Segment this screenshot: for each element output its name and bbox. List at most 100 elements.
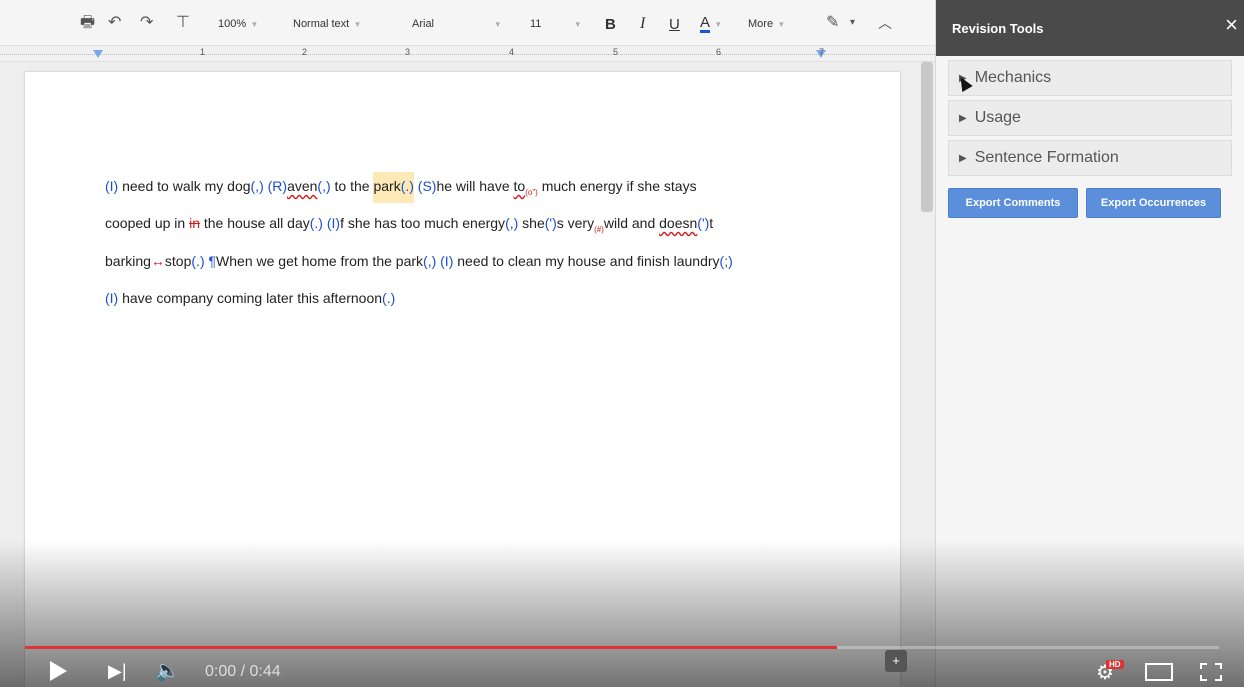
text-run: barking (105, 253, 151, 269)
section-usage[interactable]: ▶ Usage (948, 100, 1232, 136)
text-line: (I) have company coming later this after… (105, 290, 395, 306)
correction-mark: (I) (440, 253, 454, 269)
ruler-number: 5 (613, 47, 619, 57)
progress-fill (25, 646, 837, 649)
correction-mark: (#) (594, 224, 604, 234)
underline-button[interactable]: U (669, 14, 680, 34)
correction-mark: (R) (267, 178, 288, 194)
text-line: barking↔stop(.) ¶When we get home from t… (105, 253, 733, 269)
bold-icon: B (605, 15, 616, 33)
more-button[interactable]: More ▾ (748, 14, 784, 34)
text-line: (I) need to walk my dog(,) (R)aven(,) to… (105, 172, 697, 203)
ruler-number: 4 (509, 47, 515, 57)
text-run: t (709, 215, 714, 231)
panel-title: Revision Tools (952, 20, 1044, 36)
italic-icon: I (640, 15, 646, 32)
time-display: 0:00 / 0:44 (205, 663, 281, 680)
underline-icon: U (669, 15, 680, 33)
collapse-chevron-icon[interactable]: ︿ (878, 13, 892, 33)
text-run: stop (164, 253, 192, 269)
correction-mark: (S) (417, 178, 437, 194)
misspelled-word: aven (287, 178, 318, 194)
zoom-select[interactable]: 100% ▾ (218, 14, 257, 34)
section-label: Mechanics (974, 69, 1052, 86)
correction-mark: (I) (105, 290, 119, 306)
next-icon[interactable]: ▶| (108, 661, 127, 681)
section-list: ▶ Mechanics ▶ Usage ▶ Sentence Formation (936, 56, 1244, 176)
text-run: she (518, 215, 545, 231)
italic-button[interactable]: I (640, 14, 645, 34)
paint-format-icon[interactable]: ⊤ (176, 13, 190, 33)
text-run: f she has too much energy (340, 215, 506, 231)
print-icon[interactable]: 🖶 (80, 13, 95, 33)
volume-icon[interactable]: 🔈 (155, 658, 180, 683)
ruler-number: 2 (302, 47, 308, 57)
more-label: More (748, 18, 774, 30)
toolbar: 🖶 ↶ ↷ ⊤ 100% ▾ Normal text ▾ Arial ▾ 11 … (0, 0, 935, 46)
section-label: Sentence Formation (974, 149, 1119, 166)
document-scrollbar[interactable] (921, 62, 933, 212)
zoom-value: 100% (218, 18, 247, 30)
text-run: he will have (436, 178, 514, 194)
fullscreen-icon[interactable] (1200, 663, 1222, 681)
redo-icon[interactable]: ↷ (140, 13, 153, 33)
progress-bar[interactable] (25, 646, 1219, 649)
paragraph-mark: ¶ (204, 253, 217, 269)
close-icon[interactable]: × (1225, 14, 1238, 36)
panel-header: Revision Tools × (936, 0, 1244, 56)
correction-mark: (;) (719, 253, 733, 269)
undo-icon[interactable]: ↶ (108, 13, 121, 33)
expand-arrow-icon: ▶ (959, 112, 967, 124)
correction-mark: (.) (191, 253, 205, 269)
font-value: Arial (412, 18, 435, 30)
bold-button[interactable]: B (605, 14, 616, 34)
correction-mark: (,) (423, 253, 437, 269)
correction-mark: (,) (505, 215, 519, 231)
text-line: cooped up in in the house all day(.) (I)… (105, 215, 713, 234)
text-run: have company coming later this afternoon (118, 290, 383, 306)
export-occurrences-button[interactable]: Export Occurrences (1086, 188, 1221, 218)
text-color-button[interactable]: A ▾ (700, 14, 721, 34)
player-controls: ▶| 🔈 0:00 / 0:44 (0, 655, 1244, 687)
ruler-number: 7 (819, 47, 825, 57)
highlighted-word: park (373, 172, 401, 203)
font-select[interactable]: Arial ▾ (412, 14, 500, 34)
correction-mark: (.) (309, 215, 323, 231)
text-run: wild and (603, 215, 660, 231)
misspelled-word: doesn (659, 215, 698, 231)
chevron-down-icon: ▾ (779, 18, 784, 29)
chevron-down-icon: ▾ (575, 18, 580, 29)
text-run: cooped up in (105, 215, 190, 231)
chevron-down-icon: ▾ (252, 18, 257, 29)
correction-mark: (I) (326, 215, 341, 231)
chevron-down-icon[interactable]: ▾ (850, 13, 855, 33)
section-mechanics[interactable]: ▶ Mechanics (948, 60, 1232, 96)
expand-arrow-icon: ▶ (959, 152, 967, 164)
text-run: much energy if she stays (537, 178, 697, 194)
correction-mark: (I) (105, 178, 119, 194)
pencil-icon[interactable]: ✎ (826, 13, 839, 33)
correction-mark: (,) (317, 178, 331, 194)
ruler-number: 3 (405, 47, 411, 57)
ruler-number: 1 (200, 47, 206, 57)
text-run: need to walk my dog (118, 178, 251, 194)
style-value: Normal text (293, 18, 350, 30)
correction-mark: (o") (525, 187, 538, 197)
correction-mark: (') (544, 215, 557, 231)
chevron-down-icon: ▾ (355, 18, 360, 29)
correction-mark: (,) (250, 178, 264, 194)
section-sentence-formation[interactable]: ▶ Sentence Formation (948, 140, 1232, 176)
style-select[interactable]: Normal text ▾ (293, 14, 360, 34)
text-run: to the (330, 178, 374, 194)
export-buttons: Export Comments Export Occurrences (948, 188, 1244, 218)
ruler-track (0, 54, 935, 55)
export-comments-button[interactable]: Export Comments (948, 188, 1078, 218)
font-size-select[interactable]: 11 ▾ (530, 14, 580, 34)
text-run: s very (556, 215, 595, 231)
chevron-down-icon: ▾ (495, 18, 500, 29)
section-label: Usage (974, 109, 1021, 126)
text-color-icon: A (700, 14, 711, 33)
theater-mode-icon[interactable] (1145, 663, 1173, 681)
text-run: When we get home from the park (216, 253, 424, 269)
play-icon[interactable] (50, 661, 67, 681)
